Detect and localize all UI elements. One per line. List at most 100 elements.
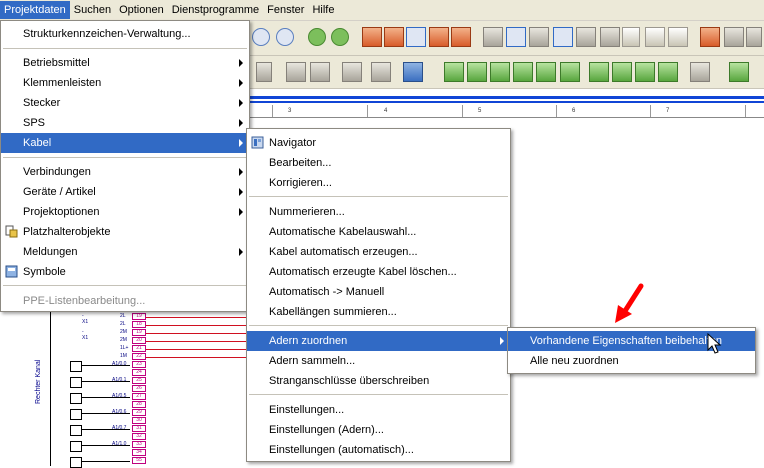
terminal-number[interactable]: 27 xyxy=(132,393,146,400)
menu-item-symbole[interactable]: Symbole xyxy=(1,262,249,282)
snap-icon[interactable] xyxy=(506,27,526,47)
menu-item-kabellaengen-summieren[interactable]: Kabellängen summieren... xyxy=(247,302,510,322)
terminal-number[interactable]: 33 xyxy=(132,441,146,448)
menu-item-platzhalterobjekte[interactable]: Platzhalterobjekte xyxy=(1,222,249,242)
forward-icon[interactable] xyxy=(331,28,349,46)
menu-item-automatisch-manuell[interactable]: Automatisch -> Manuell xyxy=(247,282,510,302)
menu-item-strukturkennzeichen[interactable]: Strukturkennzeichen-Verwaltung... xyxy=(1,24,249,44)
menu-item-sps[interactable]: SPS xyxy=(1,113,249,133)
label-icon[interactable] xyxy=(622,27,640,47)
ruler-tick: 7 xyxy=(666,108,670,114)
page-icon[interactable] xyxy=(429,27,449,47)
menu-dienstprogramme[interactable]: Dienstprogramme xyxy=(168,1,263,19)
cube-icon[interactable] xyxy=(444,62,464,82)
terminal-number[interactable]: 55 xyxy=(132,457,146,464)
device-tag: -X1 xyxy=(82,313,89,325)
menu-item-automatische-kabelauswahl[interactable]: Automatische Kabelauswahl... xyxy=(247,222,510,242)
wave-icon[interactable] xyxy=(724,27,744,47)
terminal-number[interactable]: 19 xyxy=(132,329,146,336)
check-icon[interactable] xyxy=(729,62,749,82)
terminal-number[interactable]: 20 xyxy=(132,337,146,344)
grid-icon[interactable] xyxy=(483,27,503,47)
menu-item-korrigieren[interactable]: Korrigieren... xyxy=(247,173,510,193)
menu-item-adern-sammeln[interactable]: Adern sammeln... xyxy=(247,351,510,371)
cube-icon[interactable] xyxy=(467,62,487,82)
page-icon[interactable] xyxy=(362,27,382,47)
menu-item-bearbeiten[interactable]: Bearbeiten... xyxy=(247,153,510,173)
terminal-number[interactable]: 29 xyxy=(132,409,146,416)
cube-icon[interactable] xyxy=(513,62,533,82)
terminal-number[interactable]: 31 xyxy=(132,425,146,432)
menu-item-kabel-automatisch-erzeugen[interactable]: Kabel automatisch erzeugen... xyxy=(247,242,510,262)
terminal-number[interactable]: 23 xyxy=(132,361,146,368)
menu-item-projektoptionen[interactable]: Projektoptionen xyxy=(1,202,249,222)
contact-symbol xyxy=(70,409,82,420)
zoom-icon[interactable] xyxy=(252,28,270,46)
wave-icon[interactable] xyxy=(700,27,720,47)
menu-fenster[interactable]: Fenster xyxy=(263,1,308,19)
terminal-number[interactable]: 32 xyxy=(132,433,146,440)
update-icon[interactable] xyxy=(403,62,423,82)
terminal-designation: A1/0.0 xyxy=(112,361,127,367)
menu-projektdaten[interactable]: Projektdaten xyxy=(0,1,70,19)
menu-item-kabel[interactable]: Kabel xyxy=(1,133,249,153)
cube-icon[interactable] xyxy=(490,62,510,82)
menu-item-geraete-artikel[interactable]: Geräte / Artikel xyxy=(1,182,249,202)
menu-item-einstellungen[interactable]: Einstellungen... xyxy=(247,400,510,420)
page-icon[interactable] xyxy=(384,27,404,47)
menu-item-meldungen[interactable]: Meldungen xyxy=(1,242,249,262)
back-icon[interactable] xyxy=(308,28,326,46)
terminal-number[interactable]: 22 xyxy=(132,353,146,360)
menu-item-einstellungen-automatisch[interactable]: Einstellungen (automatisch)... xyxy=(247,440,510,460)
diamond-icon[interactable] xyxy=(658,62,678,82)
page-icon[interactable] xyxy=(451,27,471,47)
terminal-designation: 2L xyxy=(120,313,126,319)
menu-item-nummerieren[interactable]: Nummerieren... xyxy=(247,202,510,222)
menu-item-stranganschluesse-ueberschreiben[interactable]: Stranganschlüsse überschreiben xyxy=(247,371,510,391)
refresh-icon[interactable] xyxy=(690,62,710,82)
diamond-icon[interactable] xyxy=(589,62,609,82)
terminal-number[interactable]: 26 xyxy=(132,385,146,392)
terminal-number[interactable]: 24 xyxy=(132,369,146,376)
menu-suchen[interactable]: Suchen xyxy=(70,1,115,19)
frame-icon[interactable] xyxy=(529,27,549,47)
diamond-icon[interactable] xyxy=(612,62,632,82)
page-icon[interactable] xyxy=(406,27,426,47)
box-icon[interactable] xyxy=(668,27,688,47)
tool-icon[interactable] xyxy=(286,62,306,82)
terminal-number[interactable]: 34 xyxy=(132,449,146,456)
terminal-number[interactable]: 30 xyxy=(132,417,146,424)
terminal-designation: 2M xyxy=(120,337,127,343)
connect-icon[interactable] xyxy=(576,27,596,47)
menu-item-adern-zuordnen[interactable]: Adern zuordnen xyxy=(247,331,510,351)
terminal-number[interactable]: 28 xyxy=(132,401,146,408)
magnet-icon[interactable] xyxy=(553,27,573,47)
terminal-number[interactable]: 19 xyxy=(132,313,146,320)
menu-item-betriebsmittel[interactable]: Betriebsmittel xyxy=(1,53,249,73)
cube-icon[interactable] xyxy=(536,62,556,82)
contact-symbol xyxy=(70,393,82,404)
diamond-icon[interactable] xyxy=(635,62,655,82)
box-icon[interactable] xyxy=(645,27,665,47)
terminal-number[interactable]: 25 xyxy=(132,377,146,384)
connection-line xyxy=(146,317,256,318)
tool-icon[interactable] xyxy=(371,62,391,82)
cube-icon[interactable] xyxy=(560,62,580,82)
menu-item-automatisch-erzeugte-kabel-loeschen[interactable]: Automatisch erzeugte Kabel löschen... xyxy=(247,262,510,282)
tool-icon[interactable] xyxy=(256,62,272,82)
menu-item-navigator[interactable]: Navigator xyxy=(247,133,510,153)
menu-item-einstellungen-adern[interactable]: Einstellungen (Adern)... xyxy=(247,420,510,440)
menu-item-stecker[interactable]: Stecker xyxy=(1,93,249,113)
tree-icon[interactable] xyxy=(600,27,620,47)
wave-icon[interactable] xyxy=(746,27,762,47)
terminal-number[interactable]: 18 xyxy=(132,321,146,328)
menu-hilfe[interactable]: Hilfe xyxy=(308,1,338,19)
terminal-number[interactable]: 21 xyxy=(132,345,146,352)
tool-icon[interactable] xyxy=(342,62,362,82)
tool-icon[interactable] xyxy=(310,62,330,82)
zoom-100-icon[interactable] xyxy=(276,28,294,46)
submenu-arrow-icon xyxy=(239,248,243,256)
menu-item-verbindungen[interactable]: Verbindungen xyxy=(1,162,249,182)
menu-optionen[interactable]: Optionen xyxy=(115,1,168,19)
menu-item-klemmenleisten[interactable]: Klemmenleisten xyxy=(1,73,249,93)
